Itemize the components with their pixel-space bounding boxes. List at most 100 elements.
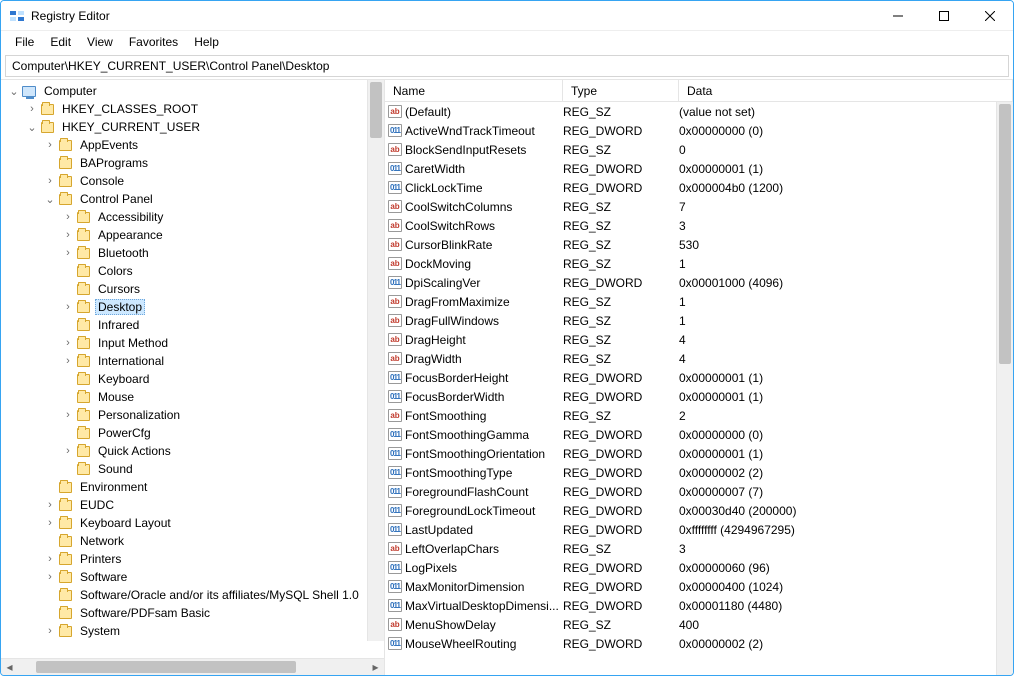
value-row[interactable]: 011FontSmoothingGammaREG_DWORD0x00000000… [385,425,996,444]
column-header-data[interactable]: Data [679,80,1013,101]
close-button[interactable] [967,1,1013,31]
value-row[interactable]: abLeftOverlapCharsREG_SZ3 [385,539,996,558]
value-row[interactable]: 011FocusBorderWidthREG_DWORD0x00000001 (… [385,387,996,406]
registry-tree[interactable]: ⌄Computer›HKEY_CLASSES_ROOT⌄HKEY_CURRENT… [1,80,384,642]
tree-node[interactable]: ›Desktop [1,298,384,316]
tree-node[interactable]: ›Bluetooth [1,244,384,262]
tree-node[interactable]: ›BAPrograms [1,154,384,172]
value-row[interactable]: 011DpiScalingVerREG_DWORD0x00001000 (409… [385,273,996,292]
value-row[interactable]: 011FontSmoothingOrientationREG_DWORD0x00… [385,444,996,463]
chevron-right-icon[interactable]: › [61,301,75,313]
value-row[interactable]: 011MaxMonitorDimensionREG_DWORD0x0000040… [385,577,996,596]
tree-node[interactable]: ›Software/PDFsam Basic [1,604,384,622]
tree-node[interactable]: ›Personalization [1,406,384,424]
value-list[interactable]: ab(Default)REG_SZ(value not set)011Activ… [385,102,1013,653]
chevron-down-icon[interactable]: ⌄ [25,121,39,134]
tree-node[interactable]: ›EUDC [1,496,384,514]
value-row[interactable]: 011FocusBorderHeightREG_DWORD0x00000001 … [385,368,996,387]
value-row[interactable]: abFontSmoothingREG_SZ2 [385,406,996,425]
value-row[interactable]: 011FontSmoothingTypeREG_DWORD0x00000002 … [385,463,996,482]
chevron-down-icon[interactable]: ⌄ [7,85,21,98]
tree-node[interactable]: ›HKEY_CLASSES_ROOT [1,100,384,118]
tree-node[interactable]: ›Appearance [1,226,384,244]
tree-node[interactable]: ›Mouse [1,388,384,406]
tree-node[interactable]: ›Keyboard Layout [1,514,384,532]
chevron-right-icon[interactable]: › [43,571,57,583]
tree-node[interactable]: ›Sound [1,460,384,478]
chevron-right-icon[interactable]: › [61,337,75,349]
value-row[interactable]: 011LogPixelsREG_DWORD0x00000060 (96) [385,558,996,577]
tree-node[interactable]: ›Software [1,568,384,586]
value-row[interactable]: abMenuShowDelayREG_SZ400 [385,615,996,634]
chevron-right-icon[interactable]: › [43,517,57,529]
chevron-right-icon[interactable]: › [43,175,57,187]
menu-help[interactable]: Help [186,32,227,52]
value-row[interactable]: abCoolSwitchRowsREG_SZ3 [385,216,996,235]
tree-node[interactable]: ›Input Method [1,334,384,352]
maximize-button[interactable] [921,1,967,31]
tree-node[interactable]: ⌄HKEY_CURRENT_USER [1,118,384,136]
tree-node[interactable]: ⌄Control Panel [1,190,384,208]
value-row[interactable]: 011CaretWidthREG_DWORD0x00000001 (1) [385,159,996,178]
chevron-right-icon[interactable]: › [61,355,75,367]
folder-icon [39,120,55,134]
value-row[interactable]: 011LastUpdatedREG_DWORD0xffffffff (42949… [385,520,996,539]
value-row[interactable]: 011ForegroundFlashCountREG_DWORD0x000000… [385,482,996,501]
tree-node[interactable]: ›Software/Oracle and/or its affiliates/M… [1,586,384,604]
tree-node[interactable]: ›Colors [1,262,384,280]
value-row[interactable]: 011ForegroundLockTimeoutREG_DWORD0x00030… [385,501,996,520]
value-row[interactable]: 011ActiveWndTrackTimeoutREG_DWORD0x00000… [385,121,996,140]
tree-node[interactable]: ›Printers [1,550,384,568]
value-row[interactable]: 011MouseWheelRoutingREG_DWORD0x00000002 … [385,634,996,653]
tree-node[interactable]: ›Network [1,532,384,550]
value-row[interactable]: 011MaxVirtualDesktopDimensi...REG_DWORD0… [385,596,996,615]
menu-edit[interactable]: Edit [42,32,79,52]
value-row[interactable]: abCoolSwitchColumnsREG_SZ7 [385,197,996,216]
chevron-right-icon[interactable]: › [43,139,57,151]
chevron-right-icon[interactable]: › [61,247,75,259]
chevron-right-icon[interactable]: › [61,445,75,457]
value-row[interactable]: abDragHeightREG_SZ4 [385,330,996,349]
tree-vertical-scrollbar[interactable] [367,80,384,641]
minimize-button[interactable] [875,1,921,31]
tree-node[interactable]: ›Environment [1,478,384,496]
titlebar[interactable]: Registry Editor [1,1,1013,31]
chevron-right-icon[interactable]: › [43,625,57,637]
chevron-right-icon[interactable]: › [25,103,39,115]
value-row[interactable]: abCursorBlinkRateREG_SZ530 [385,235,996,254]
value-row[interactable]: abDockMovingREG_SZ1 [385,254,996,273]
tree-horizontal-scrollbar[interactable]: ◂ ▸ [1,658,384,675]
tree-node[interactable]: ›Accessibility [1,208,384,226]
tree-node[interactable]: ›Cursors [1,280,384,298]
value-row[interactable]: abDragFromMaximizeREG_SZ1 [385,292,996,311]
scroll-right-icon[interactable]: ▸ [367,659,384,676]
column-header-name[interactable]: Name [385,80,563,101]
value-row[interactable]: abBlockSendInputResetsREG_SZ0 [385,140,996,159]
tree-node[interactable]: ›Keyboard [1,370,384,388]
address-bar[interactable]: Computer\HKEY_CURRENT_USER\Control Panel… [5,55,1009,77]
tree-node[interactable]: ›International [1,352,384,370]
tree-node[interactable]: ›Infrared [1,316,384,334]
tree-node[interactable]: ›System [1,622,384,640]
tree-node[interactable]: ›Quick Actions [1,442,384,460]
tree-node[interactable]: ⌄Computer [1,82,384,100]
value-row[interactable]: abDragFullWindowsREG_SZ1 [385,311,996,330]
tree-node[interactable]: ›Console [1,172,384,190]
value-row[interactable]: ab(Default)REG_SZ(value not set) [385,102,996,121]
menu-view[interactable]: View [79,32,121,52]
chevron-right-icon[interactable]: › [43,499,57,511]
menu-file[interactable]: File [7,32,42,52]
value-row[interactable]: 011ClickLockTimeREG_DWORD0x000004b0 (120… [385,178,996,197]
chevron-down-icon[interactable]: ⌄ [43,193,57,206]
chevron-right-icon[interactable]: › [43,553,57,565]
chevron-right-icon[interactable]: › [61,409,75,421]
value-row[interactable]: abDragWidthREG_SZ4 [385,349,996,368]
column-header-type[interactable]: Type [563,80,679,101]
tree-node[interactable]: ›PowerCfg [1,424,384,442]
list-vertical-scrollbar[interactable] [996,102,1013,675]
tree-node[interactable]: ›AppEvents [1,136,384,154]
scroll-left-icon[interactable]: ◂ [1,659,18,676]
chevron-right-icon[interactable]: › [61,229,75,241]
chevron-right-icon[interactable]: › [61,211,75,223]
menu-favorites[interactable]: Favorites [121,32,186,52]
